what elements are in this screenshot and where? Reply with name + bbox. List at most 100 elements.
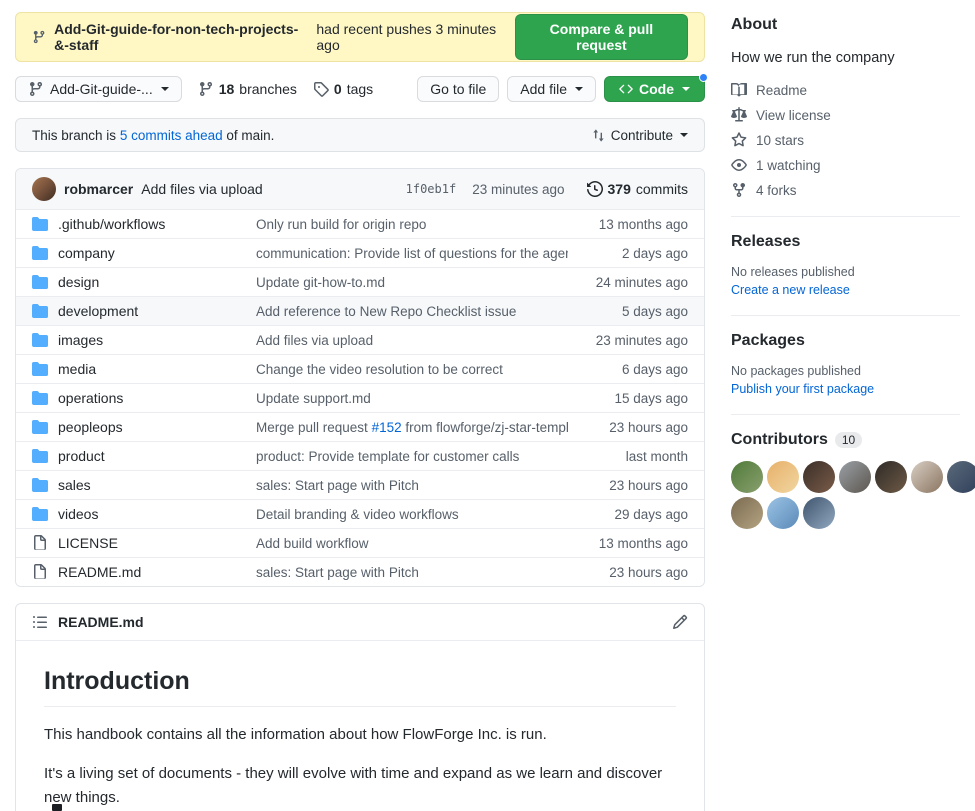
commit-author-avatar[interactable] bbox=[32, 177, 56, 201]
table-row[interactable]: .github/workflows Only run build for ori… bbox=[16, 209, 704, 238]
stars-link[interactable]: 10 stars bbox=[731, 132, 960, 148]
contributors-avatars bbox=[731, 461, 975, 529]
chevron-down-icon bbox=[161, 87, 169, 91]
row-commit-message[interactable]: sales: Start page with Pitch bbox=[256, 478, 568, 493]
commit-hash[interactable]: 1f0eb1f bbox=[406, 182, 457, 196]
contributor-avatar[interactable] bbox=[911, 461, 943, 493]
commits-count: 379 bbox=[608, 181, 631, 197]
table-row[interactable]: sales sales: Start page with Pitch 23 ho… bbox=[16, 470, 704, 499]
readme-title[interactable]: README.md bbox=[58, 614, 144, 630]
branch-ahead-suffix: of main. bbox=[226, 128, 274, 143]
history-icon bbox=[587, 181, 603, 197]
add-file-button[interactable]: Add file bbox=[507, 76, 596, 102]
file-name[interactable]: development bbox=[58, 303, 256, 319]
divider bbox=[731, 216, 960, 217]
contribute-label: Contribute bbox=[611, 128, 673, 143]
file-name[interactable]: README.md bbox=[58, 564, 256, 580]
row-commit-message[interactable]: sales: Start page with Pitch bbox=[256, 565, 568, 580]
folder-icon bbox=[32, 390, 48, 406]
file-name[interactable]: sales bbox=[58, 477, 256, 493]
row-commit-message[interactable]: Add files via upload bbox=[256, 333, 568, 348]
row-commit-time: 29 days ago bbox=[568, 507, 688, 522]
file-name[interactable]: videos bbox=[58, 506, 256, 522]
list-icon[interactable] bbox=[32, 614, 48, 630]
commit-message[interactable]: Add files via upload bbox=[141, 181, 262, 197]
license-link-label: View license bbox=[756, 108, 831, 123]
compare-pull-request-button[interactable]: Compare & pull request bbox=[515, 14, 688, 60]
contributor-avatar[interactable] bbox=[839, 461, 871, 493]
releases-title[interactable]: Releases bbox=[731, 233, 960, 251]
contributor-avatar[interactable] bbox=[947, 461, 975, 493]
contributor-avatar[interactable] bbox=[803, 461, 835, 493]
row-commit-time: 23 hours ago bbox=[568, 565, 688, 580]
contributors-title[interactable]: Contributors bbox=[731, 431, 828, 449]
row-commit-message[interactable]: product: Provide template for customer c… bbox=[256, 449, 568, 464]
contributor-avatar[interactable] bbox=[767, 497, 799, 529]
tag-icon bbox=[313, 81, 329, 97]
table-row[interactable]: peopleops Merge pull request #152 from f… bbox=[16, 412, 704, 441]
table-row[interactable]: images Add files via upload 23 minutes a… bbox=[16, 325, 704, 354]
row-commit-message[interactable]: Detail branding & video workflows bbox=[256, 507, 568, 522]
table-row[interactable]: development Add reference to New Repo Ch… bbox=[16, 296, 704, 325]
readme-link[interactable]: Readme bbox=[731, 82, 960, 98]
table-row[interactable]: media Change the video resolution to be … bbox=[16, 354, 704, 383]
contributor-avatar[interactable] bbox=[731, 497, 763, 529]
packages-title[interactable]: Packages bbox=[731, 332, 960, 350]
branches-link[interactable]: 18 branches bbox=[198, 81, 297, 97]
row-commit-message[interactable]: Merge pull request #152 from flowforge/z… bbox=[256, 420, 568, 435]
row-commit-message[interactable]: Add build workflow bbox=[256, 536, 568, 551]
table-row[interactable]: README.md sales: Start page with Pitch 2… bbox=[16, 557, 704, 586]
file-name[interactable]: operations bbox=[58, 390, 256, 406]
table-row[interactable]: company communication: Provide list of q… bbox=[16, 238, 704, 267]
file-name[interactable]: images bbox=[58, 332, 256, 348]
table-row[interactable]: design Update git-how-to.md 24 minutes a… bbox=[16, 267, 704, 296]
packages-empty-text: No packages published bbox=[731, 364, 960, 378]
commit-author[interactable]: robmarcer bbox=[64, 181, 133, 197]
table-row[interactable]: videos Detail branding & video workflows… bbox=[16, 499, 704, 528]
branch-selector[interactable]: Add-Git-guide-... bbox=[15, 76, 182, 102]
file-name[interactable]: media bbox=[58, 361, 256, 377]
pencil-icon[interactable] bbox=[672, 614, 688, 630]
row-commit-message[interactable]: Update git-how-to.md bbox=[256, 275, 568, 290]
row-commit-message[interactable]: Change the video resolution to be correc… bbox=[256, 362, 568, 377]
row-commit-time: 13 months ago bbox=[568, 217, 688, 232]
table-row[interactable]: operations Update support.md 15 days ago bbox=[16, 383, 704, 412]
file-name[interactable]: design bbox=[58, 274, 256, 290]
file-table: robmarcer Add files via upload 1f0eb1f 2… bbox=[15, 168, 705, 587]
contributor-avatar[interactable] bbox=[875, 461, 907, 493]
banner-branch-name: Add-Git-guide-for-non-tech-projects-&-st… bbox=[54, 21, 308, 53]
forks-link[interactable]: 4 forks bbox=[731, 182, 960, 198]
about-title: About bbox=[731, 16, 960, 34]
notification-dot bbox=[699, 73, 708, 82]
file-name[interactable]: LICENSE bbox=[58, 535, 256, 551]
publish-package-link[interactable]: Publish your first package bbox=[731, 382, 874, 396]
contributor-avatar[interactable] bbox=[731, 461, 763, 493]
contribute-button[interactable]: Contribute bbox=[591, 128, 688, 143]
file-name[interactable]: .github/workflows bbox=[58, 216, 256, 232]
readme-link-label: Readme bbox=[756, 83, 807, 98]
star-icon bbox=[731, 132, 747, 148]
folder-icon bbox=[32, 274, 48, 290]
go-to-file-button[interactable]: Go to file bbox=[417, 76, 499, 102]
license-link[interactable]: View license bbox=[731, 107, 960, 123]
commit-history-link[interactable]: 379 commits bbox=[587, 181, 688, 197]
git-branch-icon bbox=[28, 81, 44, 97]
contributor-avatar[interactable] bbox=[767, 461, 799, 493]
file-name[interactable]: peopleops bbox=[58, 419, 256, 435]
code-button[interactable]: Code bbox=[604, 76, 705, 102]
table-row[interactable]: product product: Provide template for cu… bbox=[16, 441, 704, 470]
table-row[interactable]: LICENSE Add build workflow 13 months ago bbox=[16, 528, 704, 557]
releases-empty-text: No releases published bbox=[731, 265, 960, 279]
contributor-avatar[interactable] bbox=[803, 497, 835, 529]
commits-ahead-link[interactable]: 5 commits ahead bbox=[120, 128, 223, 143]
row-commit-time: last month bbox=[568, 449, 688, 464]
file-name[interactable]: company bbox=[58, 245, 256, 261]
file-name[interactable]: product bbox=[58, 448, 256, 464]
row-commit-message[interactable]: Only run build for origin repo bbox=[256, 217, 568, 232]
row-commit-message[interactable]: communication: Provide list of questions… bbox=[256, 246, 568, 261]
row-commit-message[interactable]: Add reference to New Repo Checklist issu… bbox=[256, 304, 568, 319]
watching-link[interactable]: 1 watching bbox=[731, 157, 960, 173]
row-commit-message[interactable]: Update support.md bbox=[256, 391, 568, 406]
tags-link[interactable]: 0 tags bbox=[313, 81, 373, 97]
create-release-link[interactable]: Create a new release bbox=[731, 283, 850, 297]
